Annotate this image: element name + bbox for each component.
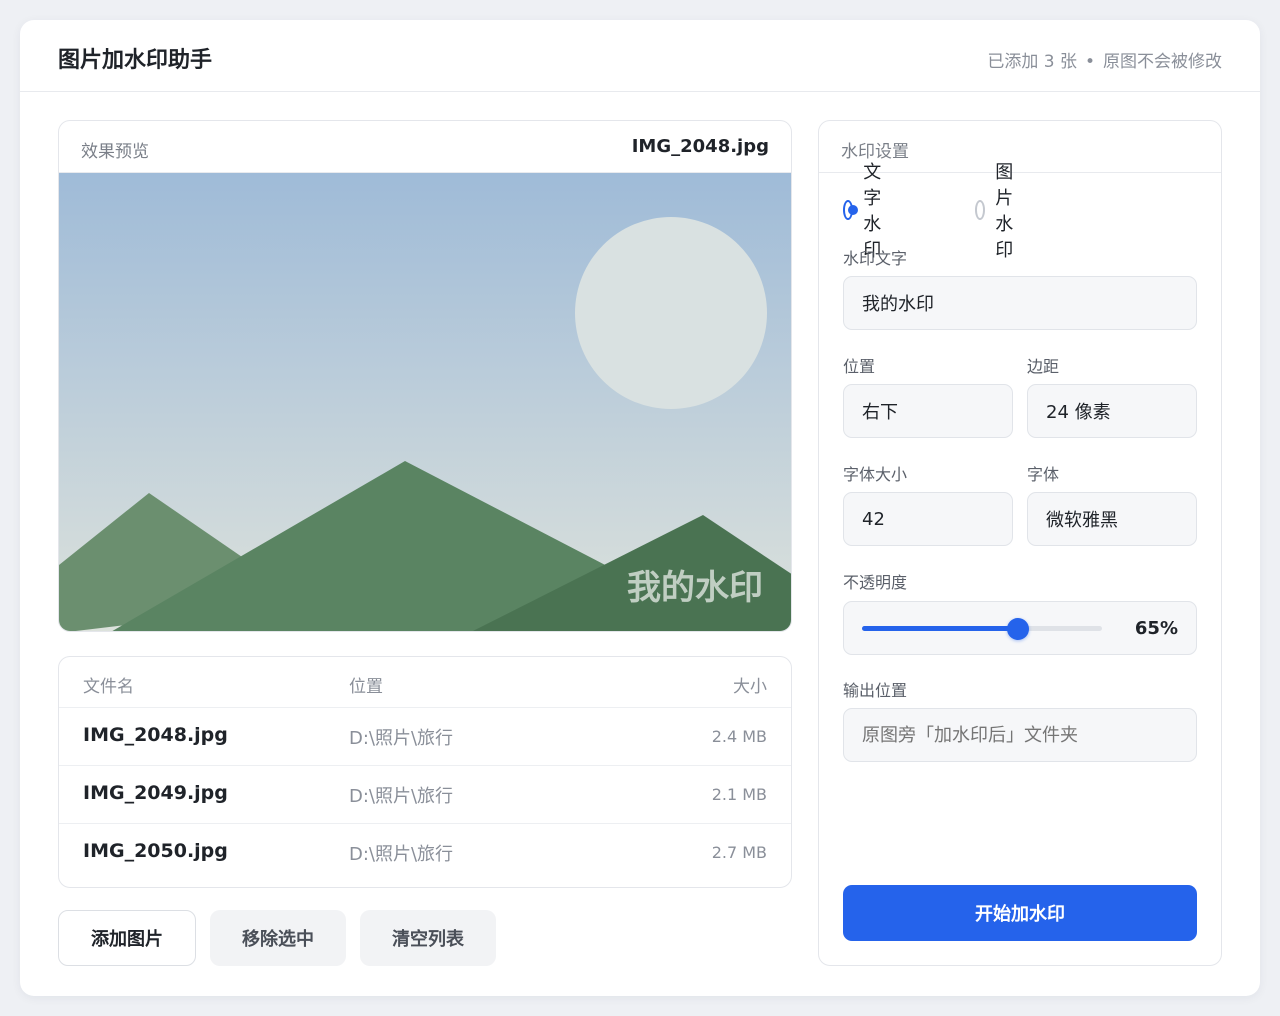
opacity-slider-thumb[interactable]: [1007, 618, 1029, 640]
start-watermark-button[interactable]: 开始加水印: [843, 885, 1197, 941]
preview-filename: IMG_2048.jpg: [631, 136, 769, 157]
app-title: 图片加水印助手: [58, 48, 213, 73]
preview-header: 效果预览 IMG_2048.jpg: [59, 121, 791, 173]
row-name: IMG_2049.jpg: [83, 782, 228, 804]
app-header: 图片加水印助手 已添加 3 张 • 原图不会被修改: [20, 20, 1260, 92]
radio-text-watermark[interactable]: 文字水印: [843, 162, 891, 261]
opacity-control: 65%: [843, 601, 1197, 655]
row-size: 2.7 MB: [711, 843, 767, 862]
opacity-slider-track[interactable]: [862, 618, 1102, 640]
row-name: IMG_2050.jpg: [83, 840, 228, 862]
table-header: 文件名 位置 大小: [59, 657, 791, 707]
settings-panel: 水印设置 文字水印 图片水印 水印文字 位置 右下 边距 24 像素 字体大小 …: [818, 120, 1222, 966]
font-size-label: 字体大小: [843, 465, 908, 484]
row-location: D:\照片\旅行: [349, 728, 454, 749]
watermark-text-input[interactable]: [843, 276, 1197, 330]
radio-unchecked-icon: [975, 200, 986, 220]
preview-svg: 我的水印: [59, 173, 791, 631]
font-size-input[interactable]: 42: [843, 492, 1013, 546]
table-row[interactable]: IMG_2049.jpg D:\照片\旅行 2.1 MB: [59, 765, 791, 823]
position-label: 位置: [843, 357, 876, 376]
column-size: 大小: [733, 677, 767, 697]
row-location: D:\照片\旅行: [349, 844, 454, 865]
position-select[interactable]: 右下: [843, 384, 1013, 438]
column-name: 文件名: [83, 677, 134, 697]
margin-input[interactable]: 24 像素: [1027, 384, 1197, 438]
output-label: 输出位置: [843, 681, 908, 700]
watermark-text-label: 水印文字: [843, 249, 908, 268]
opacity-value: 65%: [1134, 618, 1178, 639]
row-name: IMG_2048.jpg: [83, 724, 228, 746]
row-size: 2.4 MB: [711, 727, 767, 746]
radio-image-label: 图片水印: [995, 162, 1014, 261]
preview-image: 我的水印: [59, 173, 791, 631]
radio-checked-icon: [843, 200, 859, 220]
table-row[interactable]: IMG_2050.jpg D:\照片\旅行 2.7 MB: [59, 823, 791, 881]
row-location: D:\照片\旅行: [349, 786, 454, 807]
row-size: 2.1 MB: [711, 785, 767, 804]
remove-selected-button[interactable]: 移除选中: [210, 910, 346, 966]
opacity-slider-fill: [862, 626, 1018, 631]
font-select[interactable]: 微软雅黑: [1027, 492, 1197, 546]
status-separator: •: [1084, 52, 1095, 72]
preview-title: 效果预览: [81, 142, 149, 162]
sun-shape: [575, 217, 767, 409]
output-location-input[interactable]: [843, 708, 1197, 762]
font-label: 字体: [1027, 465, 1060, 484]
preview-card: 效果预览 IMG_2048.jpg 我的水印: [58, 120, 792, 632]
header-status: 已添加 3 张 • 原图不会被修改: [987, 47, 1222, 72]
add-image-button[interactable]: 添加图片: [58, 910, 196, 966]
clear-list-button[interactable]: 清空列表: [360, 910, 496, 966]
file-table: 文件名 位置 大小 IMG_2048.jpg D:\照片\旅行 2.4 MB I…: [58, 656, 792, 888]
watermark-overlay: 我的水印: [627, 568, 763, 608]
column-location: 位置: [349, 677, 383, 697]
margin-label: 边距: [1027, 357, 1060, 376]
status-count: 已添加 3 张: [987, 52, 1077, 72]
opacity-label: 不透明度: [843, 573, 908, 592]
status-note: 原图不会被修改: [1103, 52, 1222, 72]
table-row[interactable]: IMG_2048.jpg D:\照片\旅行 2.4 MB: [59, 707, 791, 765]
radio-image-watermark[interactable]: 图片水印: [975, 162, 1023, 261]
